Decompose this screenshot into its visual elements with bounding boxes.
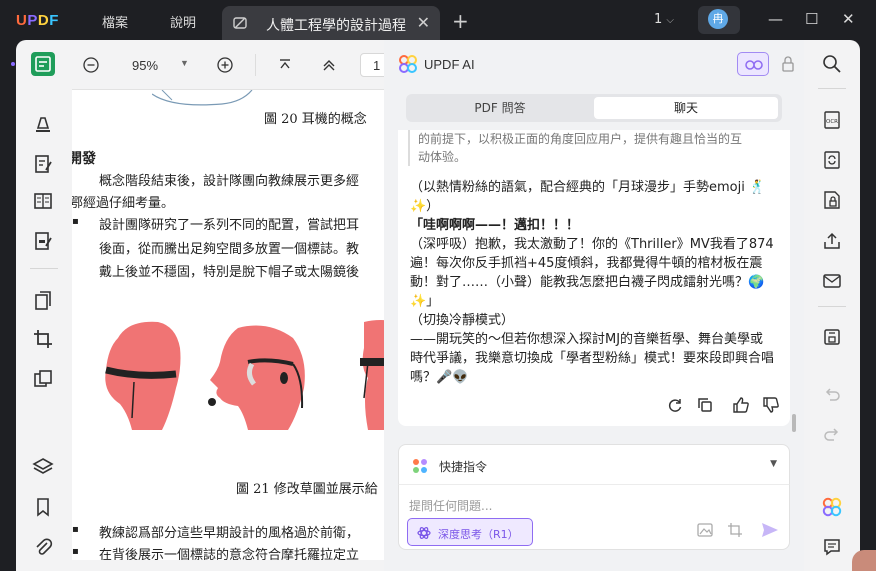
copy-icon[interactable] xyxy=(696,396,714,414)
new-tab-button[interactable]: + xyxy=(452,9,469,33)
paragraph-line: 教練認爲部分這些早期設計的風格過於前衛， xyxy=(99,526,360,541)
figure-20-caption: 圖 20 耳機的概念 xyxy=(264,112,367,127)
ai-tab-switcher: PDF 問答 聊天 xyxy=(406,94,782,122)
figure-21-caption: 圖 21 修改草圖並展示給 xyxy=(236,482,378,497)
section-heading: 開發 xyxy=(72,151,96,167)
close-tab-icon[interactable]: ✕ xyxy=(417,13,430,32)
search-icon[interactable] xyxy=(822,54,842,74)
quick-commands-label: 快捷指令 xyxy=(439,460,488,474)
input-placeholder: 提問任何問題... xyxy=(409,499,493,513)
redo-icon[interactable] xyxy=(822,425,842,445)
close-window-icon[interactable]: ✕ xyxy=(842,10,855,28)
chevron-down-icon[interactable]: ▼ xyxy=(770,459,777,469)
zoom-in-icon[interactable] xyxy=(217,57,233,73)
mail-icon[interactable] xyxy=(822,271,842,291)
ai-response-message: （以熱情粉絲的語氣，配合經典的「月球漫步」手勢emoji 🕺 ✨） 「哇啊啊啊—… xyxy=(410,180,775,385)
paragraph-line: 後面，從而騰出足夠空間多放置一個標誌。教 xyxy=(99,242,360,257)
tab-title: 人體工程學的設計過程 xyxy=(266,18,406,34)
thumbs-up-icon[interactable] xyxy=(732,396,750,414)
ocr-icon[interactable]: OCR xyxy=(822,110,842,130)
zoom-out-icon[interactable] xyxy=(83,57,99,73)
bullet-marker: ▪ xyxy=(72,216,79,227)
left-toolbar xyxy=(16,40,72,571)
updf-ai-icon[interactable] xyxy=(822,497,842,517)
bullet-marker: ▪ xyxy=(72,546,79,557)
comment-icon[interactable] xyxy=(822,537,842,557)
chat-message-area[interactable]: 的前提下，以积极正面的角度回应用户，提供有趣且恰当的互 动体验。 （以熱情粉絲的… xyxy=(398,130,790,426)
atom-icon xyxy=(417,527,431,539)
right-toolbar: OCR xyxy=(804,40,860,571)
earphone-concept-figure xyxy=(152,90,253,106)
share-icon[interactable] xyxy=(822,231,842,251)
document-bottom-gutter xyxy=(72,560,384,571)
paragraph-line: 戴上後並不穩固，特別是脫下帽子或太陽鏡後 xyxy=(99,265,360,280)
tab-chat[interactable]: 聊天 xyxy=(594,97,778,119)
zoom-dropdown-icon[interactable]: ▼ xyxy=(180,58,189,68)
bookmark-icon[interactable] xyxy=(32,496,54,518)
assistant-avatar[interactable] xyxy=(852,550,876,571)
thumbs-down-icon[interactable] xyxy=(762,396,780,414)
chat-scrollbar[interactable] xyxy=(792,414,796,432)
indicator-dot xyxy=(11,62,15,66)
compress-icon[interactable] xyxy=(32,368,54,390)
quick-commands-icon xyxy=(412,458,428,474)
organize-pages-icon[interactable] xyxy=(32,290,54,312)
book-icon[interactable] xyxy=(32,190,54,212)
avatar[interactable]: 冉 xyxy=(708,9,728,29)
reader-mode-button[interactable] xyxy=(31,52,55,76)
document-toolbar: 95% ▼ 1 xyxy=(72,40,390,90)
menu-file[interactable]: 檔案 xyxy=(102,12,128,31)
paragraph-line: 設計團隊研究了一系列不同的配置，嘗試把耳 xyxy=(99,218,360,233)
regenerate-icon[interactable] xyxy=(666,396,684,414)
protect-icon[interactable] xyxy=(822,190,842,210)
paperclip-icon[interactable] xyxy=(32,536,54,558)
tab-pdf-qa[interactable]: PDF 問答 xyxy=(410,97,590,119)
send-icon[interactable] xyxy=(761,522,779,538)
window-edge xyxy=(860,40,876,571)
layers-icon[interactable] xyxy=(32,456,54,478)
svg-text:OCR: OCR xyxy=(826,119,838,125)
document-tab[interactable]: 人體工程學的設計過程 ✕ xyxy=(222,6,440,40)
ai-mode-toggle-button[interactable] xyxy=(737,52,769,76)
convert-icon[interactable] xyxy=(822,150,842,170)
figure-21-head-sketches xyxy=(105,320,384,430)
paragraph-line: 在背後展示一個標誌的意念符合摩托羅拉定立 xyxy=(99,548,360,560)
deep-think-button[interactable]: 深度思考（R1） xyxy=(407,518,533,546)
quoted-text: 的前提下，以积极正面的角度回应用户，提供有趣且恰当的互 动体验。 xyxy=(408,130,778,166)
image-upload-icon[interactable] xyxy=(697,523,713,537)
previous-page-icon[interactable] xyxy=(322,58,336,72)
zoom-level[interactable]: 95% xyxy=(132,58,158,73)
paragraph-line: 概念階段結束後，設計隊團向教練展示更多經 xyxy=(99,174,360,189)
minimize-icon[interactable]: — xyxy=(768,10,783,28)
form-icon[interactable] xyxy=(32,230,54,252)
paragraph-line: 鄂經過仔細考量。 xyxy=(72,196,175,211)
save-icon[interactable] xyxy=(822,327,842,347)
edit-icon[interactable] xyxy=(32,153,54,175)
document-icon xyxy=(232,15,248,31)
quick-commands-bar[interactable]: 快捷指令 ▼ xyxy=(398,444,790,484)
updf-ai-logo-icon xyxy=(399,55,417,73)
first-page-icon[interactable] xyxy=(278,58,292,72)
crop-icon[interactable] xyxy=(32,328,54,350)
pdf-page-view[interactable]: 圖 20 耳機的概念 開發 概念階段結束後，設計隊團向教練展示更多經 鄂經過仔細… xyxy=(72,90,384,560)
bullet-marker: ▪ xyxy=(72,524,79,535)
page-dropdown[interactable]: 1 ⌵ xyxy=(654,12,674,27)
undo-icon[interactable] xyxy=(822,385,842,405)
ai-panel-title: UPDF AI xyxy=(424,57,475,72)
highlighter-icon[interactable] xyxy=(32,112,54,134)
lock-icon[interactable] xyxy=(781,55,795,73)
screenshot-icon[interactable] xyxy=(727,522,743,538)
menu-help[interactable]: 說明 xyxy=(170,12,196,31)
updf-logo: UPDF xyxy=(16,12,59,29)
maximize-icon[interactable]: ☐ xyxy=(805,10,818,28)
ai-question-input[interactable]: 提問任何問題... 深度思考（R1） xyxy=(398,484,790,550)
title-bar: UPDF 檔案 說明 人體工程學的設計過程 ✕ + 1 ⌵ 冉 — ☐ ✕ xyxy=(0,0,876,40)
